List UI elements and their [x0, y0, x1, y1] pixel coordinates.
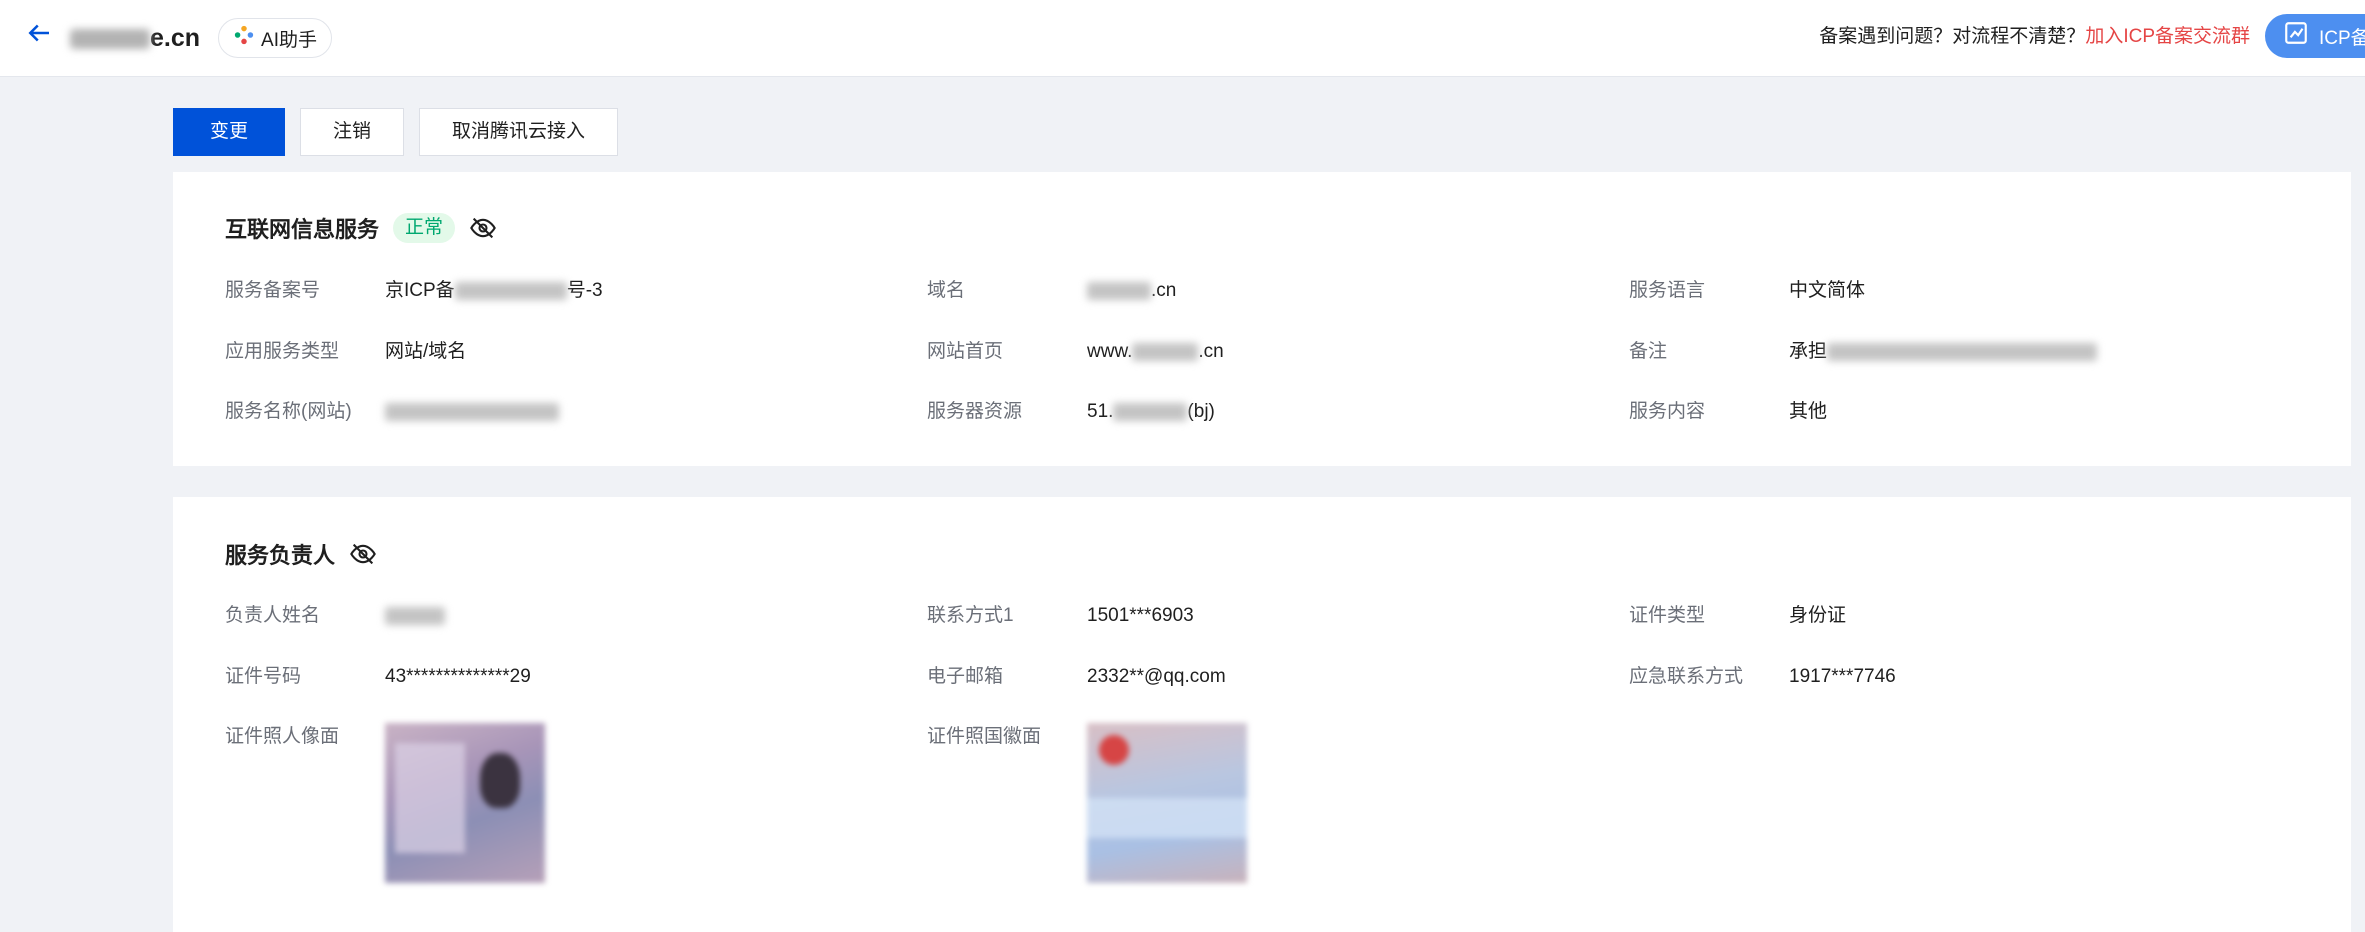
remark-label: 备注 [1629, 341, 1668, 362]
change-button[interactable]: 变更 [173, 108, 286, 156]
domain-label: 域名 [927, 280, 966, 301]
id-photo-back[interactable] [1087, 723, 1247, 883]
owner-card-header: 服务负责人 [225, 538, 377, 570]
eye-off-icon[interactable] [469, 214, 497, 242]
ai-assistant-button[interactable]: AI助手 [218, 18, 332, 58]
icp-record-label: ICP备 [2319, 27, 2365, 49]
status-badge: 正常 [393, 213, 456, 243]
masked-text [1113, 402, 1188, 421]
record-no-label: 服务备案号 [225, 280, 321, 301]
domain-suffix: .cn [1151, 280, 1177, 301]
homepage-label: 网站首页 [927, 341, 1004, 362]
remark-prefix: 承担 [1789, 341, 1828, 362]
cert-no-value: 43**************29 [385, 666, 531, 687]
emergency-label: 应急联系方式 [1629, 666, 1744, 687]
homepage-prefix: www. [1087, 341, 1133, 362]
owner-card-title: 服务负责人 [225, 543, 336, 568]
language-value: 中文简体 [1789, 280, 1866, 301]
homepage-value: www. .cn [1087, 337, 1224, 367]
email-value: 2332**@qq.com [1087, 666, 1226, 687]
masked-text [1827, 342, 2098, 361]
email-label: 电子邮箱 [927, 666, 1004, 687]
page-title: e.cn [70, 20, 200, 56]
cancel-record-button[interactable]: 注销 [300, 108, 405, 156]
unlink-tencent-button[interactable]: 取消腾讯云接入 [419, 108, 619, 156]
server-value: 51. (bj) [1087, 397, 1215, 427]
cert-no-label: 证件号码 [225, 666, 302, 687]
record-no-prefix: 京ICP备 [385, 280, 455, 301]
masked-text [454, 281, 567, 300]
server-prefix: 51. [1087, 401, 1114, 422]
masked-text [385, 606, 445, 625]
owner-name-value [385, 601, 445, 631]
join-group-link[interactable]: 加入ICP备案交流群 [2085, 26, 2250, 47]
domain-value: .cn [1087, 276, 1176, 306]
photo-front-label: 证件照人像面 [225, 726, 340, 747]
masked-text [1132, 342, 1199, 361]
server-suffix: (bj) [1187, 401, 1215, 422]
help-text: 备案遇到问题？对流程不清楚？加入ICP备案交流群 [1819, 22, 2250, 52]
homepage-suffix: .cn [1198, 341, 1224, 362]
content-label: 服务内容 [1629, 401, 1706, 422]
contact-value: 1501***6903 [1087, 605, 1194, 626]
record-no-value: 京ICP备 号-3 [385, 276, 603, 306]
language-label: 服务语言 [1629, 280, 1706, 301]
content-value: 其他 [1789, 401, 1828, 422]
emergency-value: 1917***7746 [1789, 666, 1896, 687]
id-photo-front[interactable] [385, 723, 545, 883]
photo-back-label: 证件照国徽面 [927, 726, 1042, 747]
chart-icon [2283, 20, 2309, 52]
ai-assistant-label: AI助手 [261, 29, 317, 51]
service-name-label: 服务名称(网站) [225, 401, 352, 422]
app-type-label: 应用服务类型 [225, 341, 340, 362]
service-card-header: 互联网信息服务 正常 [225, 212, 497, 244]
top-bar: e.cn AI助手 备案遇到问题？对流程不清楚？加入ICP备案交流群 ICP备 [0, 0, 2365, 77]
eye-off-icon[interactable] [349, 540, 377, 568]
owner-name-label: 负责人姓名 [225, 605, 321, 626]
server-label: 服务器资源 [927, 401, 1023, 422]
record-no-suffix: 号-3 [566, 280, 603, 301]
action-bar: 变更 注销 取消腾讯云接入 [173, 108, 619, 156]
back-arrow-icon[interactable] [24, 18, 54, 48]
service-card-title: 互联网信息服务 [225, 217, 380, 242]
masked-text [385, 402, 559, 421]
masked-domain-prefix [70, 29, 150, 50]
app-type-value: 网站/域名 [385, 341, 467, 362]
masked-text [1087, 281, 1151, 300]
service-name-value [385, 397, 559, 427]
icp-record-button[interactable]: ICP备 [2265, 14, 2365, 58]
help-question: 备案遇到问题？对流程不清楚？ [1819, 26, 2086, 47]
contact-label: 联系方式1 [927, 605, 1014, 626]
cert-type-label: 证件类型 [1629, 605, 1706, 626]
cert-type-value: 身份证 [1789, 605, 1847, 626]
ai-sparkle-icon [233, 24, 255, 52]
remark-value: 承担 [1789, 337, 2098, 367]
